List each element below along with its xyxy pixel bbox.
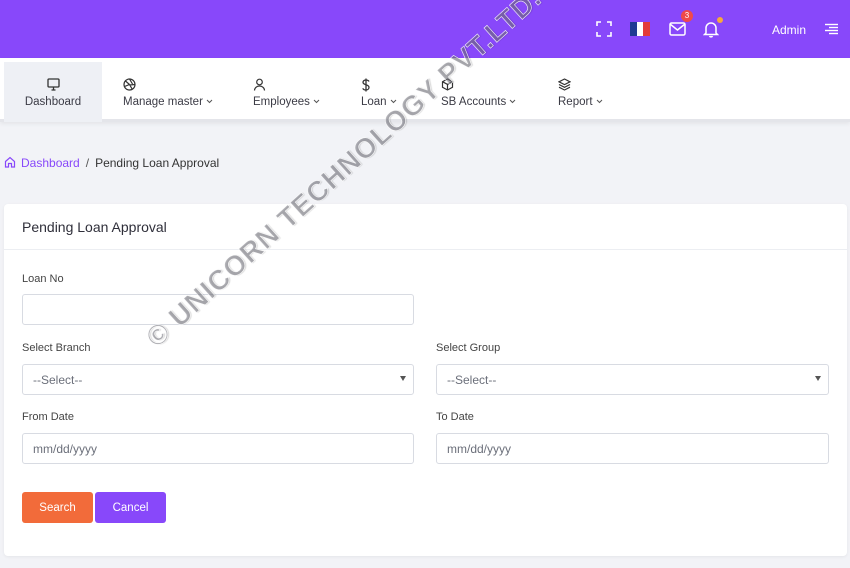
nav-label: Manage master bbox=[123, 95, 203, 108]
branch-select[interactable]: --Select-- bbox=[22, 364, 414, 395]
to-date-input[interactable]: mm/dd/yyyy bbox=[436, 433, 829, 464]
admin-user-label[interactable]: Admin bbox=[772, 23, 806, 37]
chevron-down-icon bbox=[206, 99, 213, 104]
mail-count-badge: 3 bbox=[681, 10, 693, 22]
select-branch-label: Select Branch bbox=[22, 342, 91, 354]
group-select-value: --Select-- bbox=[447, 372, 497, 387]
nav-label: SB Accounts bbox=[441, 95, 507, 108]
bell-icon[interactable] bbox=[701, 17, 723, 39]
from-date-label: From Date bbox=[22, 411, 74, 423]
branch-select-value: --Select-- bbox=[33, 372, 83, 387]
breadcrumb-home-link[interactable]: Dashboard bbox=[21, 156, 80, 170]
loan-no-label: Loan No bbox=[22, 273, 64, 285]
select-group-label: Select Group bbox=[436, 342, 501, 354]
nav-label: Dashboard bbox=[24, 95, 82, 108]
nav-label: Employees bbox=[253, 95, 310, 108]
nav-item-sb-accounts[interactable]: SB Accounts bbox=[441, 62, 516, 122]
user-icon bbox=[253, 77, 320, 93]
main-navbar: Dashboard Manage master Employees Loan S… bbox=[0, 58, 850, 122]
breadcrumb-current: Pending Loan Approval bbox=[95, 156, 220, 170]
dropdown-arrow-icon bbox=[400, 376, 406, 381]
nav-item-dashboard[interactable]: Dashboard bbox=[4, 62, 102, 122]
pending-loan-card: Pending Loan Approval Loan No Select Bra… bbox=[4, 204, 847, 556]
box-icon bbox=[441, 77, 516, 93]
group-select[interactable]: --Select-- bbox=[436, 364, 829, 395]
cancel-button[interactable]: Cancel bbox=[95, 492, 166, 523]
loan-no-input[interactable] bbox=[22, 294, 414, 325]
aperture-icon bbox=[123, 77, 213, 93]
breadcrumb: Dashboard / Pending Loan Approval bbox=[4, 155, 219, 171]
breadcrumb-separator: / bbox=[85, 156, 90, 170]
to-date-placeholder: mm/dd/yyyy bbox=[447, 441, 512, 456]
nav-label: Loan bbox=[361, 95, 387, 108]
top-bar: 3 Admin bbox=[0, 0, 850, 58]
nav-item-manage-master[interactable]: Manage master bbox=[123, 62, 213, 122]
from-date-placeholder: mm/dd/yyyy bbox=[33, 441, 98, 456]
notification-dot bbox=[717, 17, 723, 23]
nav-item-loan[interactable]: Loan bbox=[361, 62, 397, 122]
chevron-down-icon bbox=[509, 99, 516, 104]
chevron-down-icon bbox=[390, 99, 396, 104]
chevron-down-icon bbox=[596, 99, 602, 104]
to-date-label: To Date bbox=[436, 411, 474, 423]
france-flag-icon[interactable] bbox=[630, 19, 650, 39]
card-header: Pending Loan Approval bbox=[4, 204, 847, 250]
nav-label: Report bbox=[558, 95, 593, 108]
menu-icon[interactable] bbox=[821, 19, 841, 39]
chevron-down-icon bbox=[313, 99, 320, 104]
nav-item-report[interactable]: Report bbox=[558, 62, 603, 122]
layers-icon bbox=[558, 77, 603, 93]
monitor-icon bbox=[46, 77, 60, 93]
dropdown-arrow-icon bbox=[815, 376, 821, 381]
fullscreen-icon[interactable] bbox=[594, 19, 614, 39]
home-icon[interactable] bbox=[4, 156, 16, 171]
dollar-icon bbox=[361, 77, 397, 93]
mail-icon[interactable]: 3 bbox=[667, 10, 693, 39]
from-date-input[interactable]: mm/dd/yyyy bbox=[22, 433, 414, 464]
nav-item-employees[interactable]: Employees bbox=[253, 62, 320, 122]
search-button[interactable]: Search bbox=[22, 492, 93, 523]
card-title: Pending Loan Approval bbox=[22, 219, 167, 235]
